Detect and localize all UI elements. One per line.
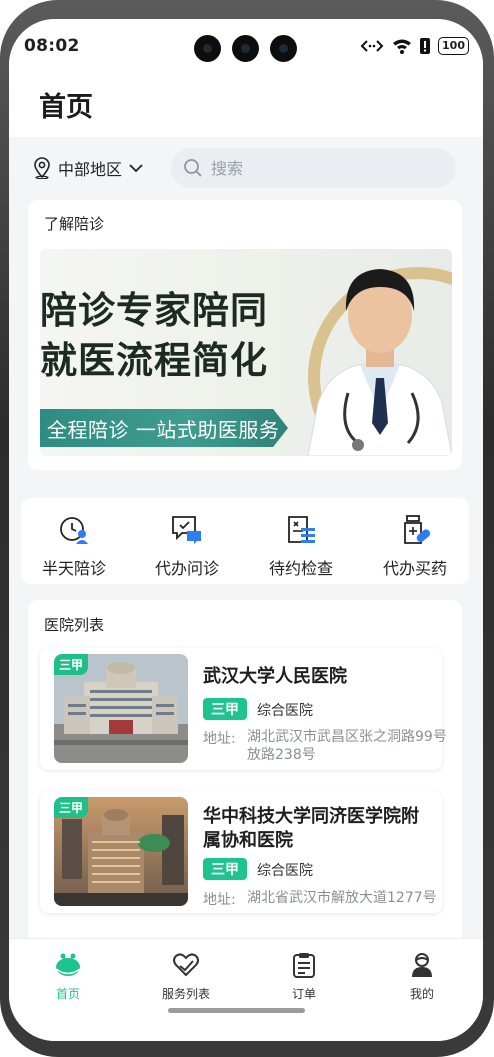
- banner-subtitle: 全程陪诊 一站式助医服务: [47, 418, 280, 442]
- clock-person-icon: [60, 517, 88, 544]
- tab-label: 我的: [409, 987, 434, 1001]
- service-label: 待约检查: [268, 559, 333, 578]
- service-label: 代办买药: [382, 559, 447, 578]
- tab-home[interactable]: 首页: [28, 951, 108, 1002]
- hospital-type: 综合医院: [257, 863, 313, 879]
- service-label: 代办问诊: [154, 559, 219, 578]
- banner-headline: 陪诊专家陪同 就医流程简化: [40, 285, 268, 385]
- tab-label: 服务列表: [161, 987, 210, 1001]
- image-grade-badge: 三甲: [54, 654, 89, 675]
- service-half-day-escort[interactable]: 半天陪诊: [24, 513, 124, 579]
- location-pin-icon: [34, 157, 50, 179]
- front-camera-icon-2: [270, 35, 297, 62]
- doctor-portrait-icon: [308, 269, 452, 456]
- front-camera-icon: [194, 35, 221, 62]
- screen: 08:02 100 首页 中部地区 了解陪诊: [9, 19, 483, 1041]
- home-indicator[interactable]: [168, 1008, 305, 1013]
- search-icon: [184, 159, 202, 177]
- hospital-type: 综合医院: [257, 703, 313, 719]
- address-label: 地址:: [203, 892, 236, 908]
- battery-indicator: 100: [438, 37, 469, 55]
- banner-headline-line1: 陪诊专家陪同: [40, 288, 268, 332]
- front-sensor-icon: [232, 35, 259, 62]
- service-label: 半天陪诊: [41, 559, 106, 578]
- status-time: 08:02: [24, 36, 80, 56]
- checklist-icon: [288, 516, 315, 543]
- chevron-down-icon: [129, 164, 143, 173]
- grade-badge: 三甲: [203, 858, 247, 880]
- service-pending-check[interactable]: 待约检查: [251, 513, 351, 579]
- banner-headline-line2: 就医流程简化: [40, 338, 268, 382]
- hospital-photo: 三甲: [54, 797, 188, 906]
- region-label: 中部地区: [58, 160, 123, 179]
- chat-medical-icon: [172, 516, 201, 544]
- tab-orders[interactable]: 订单: [264, 951, 344, 1002]
- hospital-name: 华中科技大学同济医学院附属协和医院: [203, 806, 419, 851]
- hospital-address: 湖北武汉市武昌区张之洞路99号放路238号: [247, 729, 447, 763]
- promo-banner[interactable]: 陪诊专家陪同 就医流程简化 全程陪诊 一站式助医服务: [40, 249, 452, 456]
- medicine-bottle-icon: [404, 515, 431, 544]
- hospital-photo: 三甲: [54, 654, 188, 763]
- search-bar[interactable]: [171, 148, 456, 188]
- clipboard-icon: [293, 953, 315, 978]
- address-label: 地址:: [203, 731, 236, 747]
- heart-hands-icon: [173, 953, 199, 977]
- bottom-tab-bar: 首页 服务列表 订单 我的: [9, 938, 483, 1041]
- hospital-item[interactable]: 三甲 武汉大学人民医院 三甲 综合医院 地址: 湖北武汉市武昌区张之洞路99号放…: [40, 648, 447, 770]
- service-proxy-consult[interactable]: 代办问诊: [137, 513, 237, 579]
- region-selector[interactable]: 中部地区: [32, 156, 144, 180]
- home-icon: [55, 953, 81, 976]
- grade-badge: 三甲: [203, 698, 247, 720]
- hospital-list-title: 医院列表: [44, 616, 105, 634]
- status-bar: 08:02 100: [9, 19, 483, 77]
- alert-icon: [420, 38, 431, 54]
- data-transfer-icon: [360, 40, 384, 52]
- tab-service-list[interactable]: 服务列表: [146, 951, 226, 1002]
- page-title: 首页: [39, 92, 93, 123]
- image-grade-badge: 三甲: [54, 797, 89, 818]
- service-buy-medicine[interactable]: 代办买药: [365, 513, 465, 579]
- page-header: 首页: [9, 77, 483, 137]
- hospital-name: 武汉大学人民医院: [203, 666, 347, 687]
- user-icon: [412, 953, 432, 977]
- search-input[interactable]: [211, 158, 431, 178]
- tab-profile[interactable]: 我的: [382, 951, 462, 1002]
- wifi-icon: [393, 39, 412, 54]
- hospital-address: 湖北省武汉市解放大道1277号: [247, 890, 437, 906]
- phone-frame: 08:02 100 首页 中部地区 了解陪诊: [0, 0, 494, 1057]
- intro-title: 了解陪诊: [44, 215, 105, 233]
- tab-label: 首页: [55, 987, 80, 1001]
- hospital-item[interactable]: 三甲 华中科技大学同济医学院附属协和医院 三甲 综合医院 地址: 湖北省武汉市解…: [40, 791, 442, 913]
- tab-label: 订单: [291, 987, 316, 1001]
- status-icons: 100: [360, 37, 469, 55]
